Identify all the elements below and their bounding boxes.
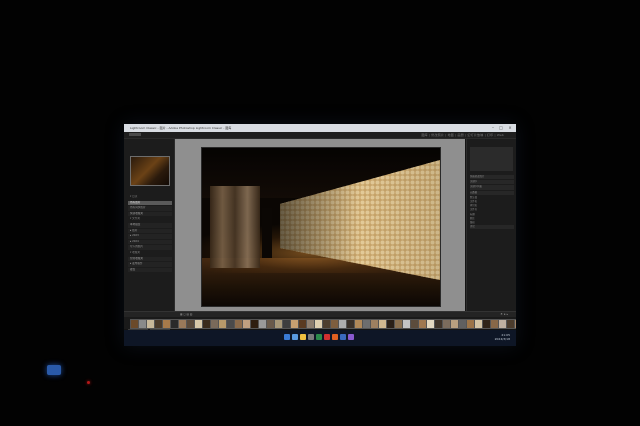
left-panel-row[interactable]: ▸ 照片 — [128, 228, 172, 234]
sort-controls[interactable]: ⚑ ★ ▸ — [500, 313, 508, 316]
photo-wall-pattern — [280, 160, 440, 280]
left-panel-row[interactable]: 导入的照片 — [128, 245, 172, 250]
window-title: Lightroom Classic - 图片 - Adobe Photoshop… — [130, 126, 232, 130]
navigator-preview[interactable] — [130, 156, 170, 186]
view-mode-buttons[interactable]: ▦ ▢ ▤ ▥ — [180, 313, 192, 316]
right-panel-row[interactable]: 快速修改照片 — [470, 175, 514, 180]
taskbar-app-icon[interactable] — [324, 334, 330, 340]
taskbar-app-icon[interactable] — [300, 334, 306, 340]
left-panel-row[interactable]: ▾ 收藏夹 — [128, 251, 172, 256]
monitor-screen: Lightroom Classic - 图片 - Adobe Photoshop… — [124, 124, 516, 346]
device-red-light — [87, 381, 90, 384]
taskbar-app-icon[interactable] — [284, 334, 290, 340]
left-panel-row[interactable]: 硬盘 — [128, 267, 172, 273]
right-panel-row[interactable]: 评论 — [470, 225, 514, 230]
windows-taskbar: 21:05 2024/3/18 — [124, 330, 516, 346]
left-panel: ▾ 目录 所有照片 所有同步照片 快捷收藏夹 ▾ 文件夹 本地磁盘 ▸ 照片 ▸ 2023 ▸ … — [124, 139, 175, 330]
left-panel-row[interactable]: 快捷收藏夹 — [128, 211, 172, 217]
taskbar-app-icon[interactable] — [348, 334, 354, 340]
filmstrip — [124, 317, 516, 329]
module-picker[interactable]: 图库 | 修改照片 | 地图 | 画册 | 幻灯片放映 | 打印 | Web — [421, 133, 504, 137]
main-photo[interactable] — [201, 147, 441, 307]
histogram — [470, 147, 513, 171]
clock-date: 2024/3/18 — [494, 337, 510, 341]
taskbar-app-icon[interactable] — [332, 334, 338, 340]
right-panel: 快速修改照片 关键字 关键字列表 元数据 默认值 文件名 拷贝名 文件夹 标题 题注 版权 评论 — [466, 139, 516, 311]
photo-doorway — [262, 208, 272, 258]
taskbar-app-icon[interactable] — [308, 334, 314, 340]
left-panel-row[interactable]: 所有照片 — [128, 200, 172, 206]
main-view — [175, 139, 465, 311]
left-panel-row[interactable]: ▸ 发布服务 — [128, 262, 172, 267]
taskbar-app-icon[interactable] — [292, 334, 298, 340]
left-panel-row[interactable]: ▾ 文件夹 — [128, 217, 172, 222]
system-clock[interactable]: 21:05 2024/3/18 — [495, 333, 510, 341]
left-panel-row[interactable]: ▾ 目录 — [128, 195, 172, 200]
taskbar-app-icon[interactable] — [340, 334, 346, 340]
right-panel-row[interactable]: 元数据 — [470, 190, 514, 195]
left-panel-row[interactable]: 本地磁盘 — [128, 222, 172, 228]
close-button[interactable]: × — [507, 125, 513, 130]
photo-glass-column — [210, 186, 260, 268]
module-bar: 图库 | 修改照片 | 地图 | 画册 | 幻灯片放映 | 打印 | Web — [124, 132, 516, 139]
identity-plate — [129, 133, 141, 136]
minimize-button[interactable]: – — [490, 125, 496, 130]
left-panel-row[interactable]: ▸ 2023 — [128, 234, 172, 239]
maximize-button[interactable]: □ — [498, 125, 504, 130]
left-panel-row[interactable]: 所有同步照片 — [128, 206, 172, 211]
right-panel-row[interactable]: 关键字 — [470, 180, 514, 185]
right-panel-row[interactable]: 关键字列表 — [470, 185, 514, 190]
left-panel-list: ▾ 目录 所有照片 所有同步照片 快捷收藏夹 ▾ 文件夹 本地磁盘 ▸ 照片 ▸ 2023 ▸ … — [128, 195, 172, 273]
taskbar-app-icon[interactable] — [316, 334, 322, 340]
device-blue-light — [47, 365, 61, 375]
title-bar: Lightroom Classic - 图片 - Adobe Photoshop… — [124, 124, 516, 132]
filmstrip-thumbnail[interactable] — [514, 319, 516, 329]
left-panel-row[interactable]: ▸ 2024 — [128, 239, 172, 245]
left-panel-row[interactable]: 智能收藏夹 — [128, 256, 172, 262]
right-panel-list: 快速修改照片 关键字 关键字列表 元数据 默认值 文件名 拷贝名 文件夹 标题 题注 版权 评论 — [470, 175, 514, 230]
